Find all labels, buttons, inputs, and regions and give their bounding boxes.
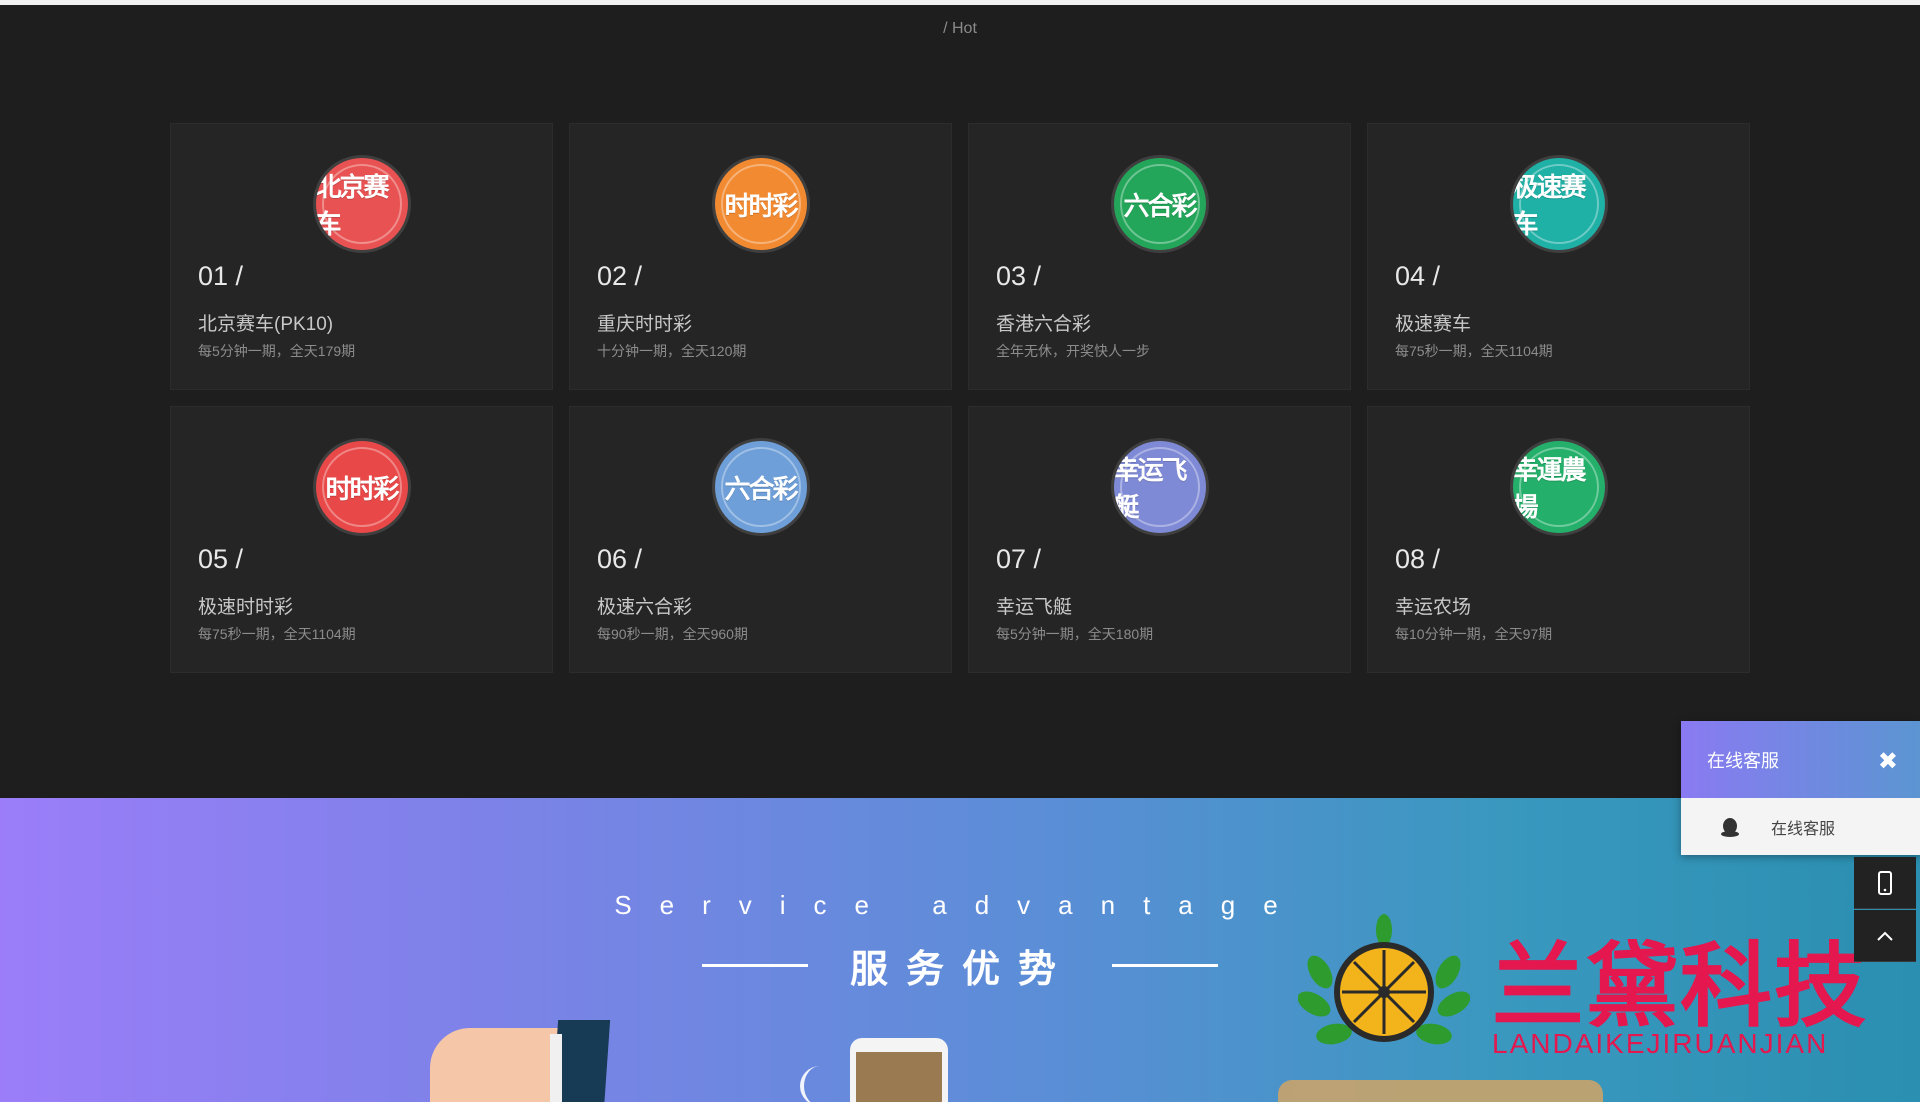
game-card-06[interactable]: 六合彩 06 / 极速六合彩 每90秒一期，全天960期 — [569, 406, 952, 673]
game-logo: 极速赛车 — [1512, 158, 1605, 250]
watermark-text-en: LANDAIKEJIRUANJIAN — [1492, 1028, 1829, 1059]
top-border — [0, 0, 1920, 5]
breadcrumb: / Hot — [943, 20, 977, 37]
customer-service-link[interactable]: 在线客服 — [1681, 798, 1920, 855]
chevron-up-icon — [1877, 931, 1893, 941]
game-number: 05 / — [198, 544, 244, 574]
game-card-02[interactable]: 时时彩 02 / 重庆时时彩 十分钟一期，全天120期 — [569, 123, 952, 390]
game-logo: 六合彩 — [714, 441, 807, 533]
qq-penguin-icon — [1721, 817, 1739, 837]
game-card-01[interactable]: 北京赛车 01 / 北京赛车(PK10) 每5分钟一期，全天179期 — [170, 123, 553, 390]
game-title: 幸运农场 — [1395, 597, 1472, 618]
game-desc: 全年无休，开奖快人一步 — [996, 343, 1150, 359]
game-number: 06 / — [597, 544, 643, 574]
game-logo: 幸运飞艇 — [1113, 441, 1206, 533]
game-logo: 幸運農場 — [1512, 441, 1605, 533]
game-title: 极速六合彩 — [597, 597, 693, 618]
game-grid: 北京赛车 01 / 北京赛车(PK10) 每5分钟一期，全天179期 时时彩 0… — [170, 123, 1750, 673]
game-number: 04 / — [1395, 261, 1441, 291]
game-card-03[interactable]: 六合彩 03 / 香港六合彩 全年无休，开奖快人一步 — [968, 123, 1351, 390]
mobile-icon — [1878, 870, 1892, 895]
game-number: 08 / — [1395, 544, 1441, 574]
game-desc: 每75秒一期，全天1104期 — [1395, 343, 1553, 359]
wifi-icon — [800, 1066, 840, 1102]
game-title: 极速赛车 — [1395, 314, 1472, 335]
service-heading-cn: 服务优势 — [849, 949, 1074, 991]
game-title: 极速时时彩 — [198, 597, 294, 618]
phone-illustration — [850, 1038, 948, 1102]
divider — [1112, 964, 1218, 967]
game-card-04[interactable]: 极速赛车 04 / 极速赛车 每75秒一期，全天1104期 — [1367, 123, 1750, 390]
game-desc: 十分钟一期，全天120期 — [597, 343, 747, 359]
game-title: 重庆时时彩 — [597, 314, 693, 335]
game-number: 03 / — [996, 261, 1042, 291]
watermark-logo — [1298, 914, 1470, 1045]
game-title: 北京赛车(PK10) — [198, 314, 334, 335]
game-desc: 每5分钟一期，全天179期 — [198, 343, 356, 359]
customer-service-title: 在线客服 — [1707, 750, 1779, 771]
mobile-button[interactable] — [1854, 857, 1916, 909]
back-to-top-button[interactable] — [1854, 910, 1916, 962]
game-number: 02 / — [597, 261, 643, 291]
game-logo: 时时彩 — [714, 158, 807, 250]
plate-illustration — [1278, 1080, 1603, 1102]
game-desc: 每5分钟一期，全天180期 — [996, 626, 1154, 642]
customer-service-header: 在线客服 ✖ — [1681, 721, 1920, 798]
game-logo: 北京赛车 — [315, 158, 408, 250]
game-card-08[interactable]: 幸運農場 08 / 幸运农场 每10分钟一期，全天97期 — [1367, 406, 1750, 673]
customer-service-panel: 在线客服 ✖ 在线客服 — [1681, 721, 1920, 855]
customer-service-label: 在线客服 — [1771, 820, 1836, 838]
game-number: 01 / — [198, 261, 244, 291]
game-card-05[interactable]: 时时彩 05 / 极速时时彩 每75秒一期，全天1104期 — [170, 406, 553, 673]
game-desc: 每10分钟一期，全天97期 — [1395, 626, 1553, 642]
game-logo: 六合彩 — [1113, 158, 1206, 250]
game-desc: 每90秒一期，全天960期 — [597, 626, 748, 642]
close-icon[interactable]: ✖ — [1878, 747, 1898, 776]
watermark-text-cn: 兰黛科技 — [1492, 933, 1869, 1040]
game-desc: 每75秒一期，全天1104期 — [198, 626, 356, 642]
card-edge-illustration — [550, 1034, 562, 1102]
game-title: 香港六合彩 — [996, 314, 1092, 335]
game-number: 07 / — [996, 544, 1042, 574]
game-logo: 时时彩 — [315, 441, 408, 533]
game-card-07[interactable]: 幸运飞艇 07 / 幸运飞艇 每5分钟一期，全天180期 — [968, 406, 1351, 673]
game-title: 幸运飞艇 — [996, 597, 1073, 618]
divider — [701, 964, 808, 967]
